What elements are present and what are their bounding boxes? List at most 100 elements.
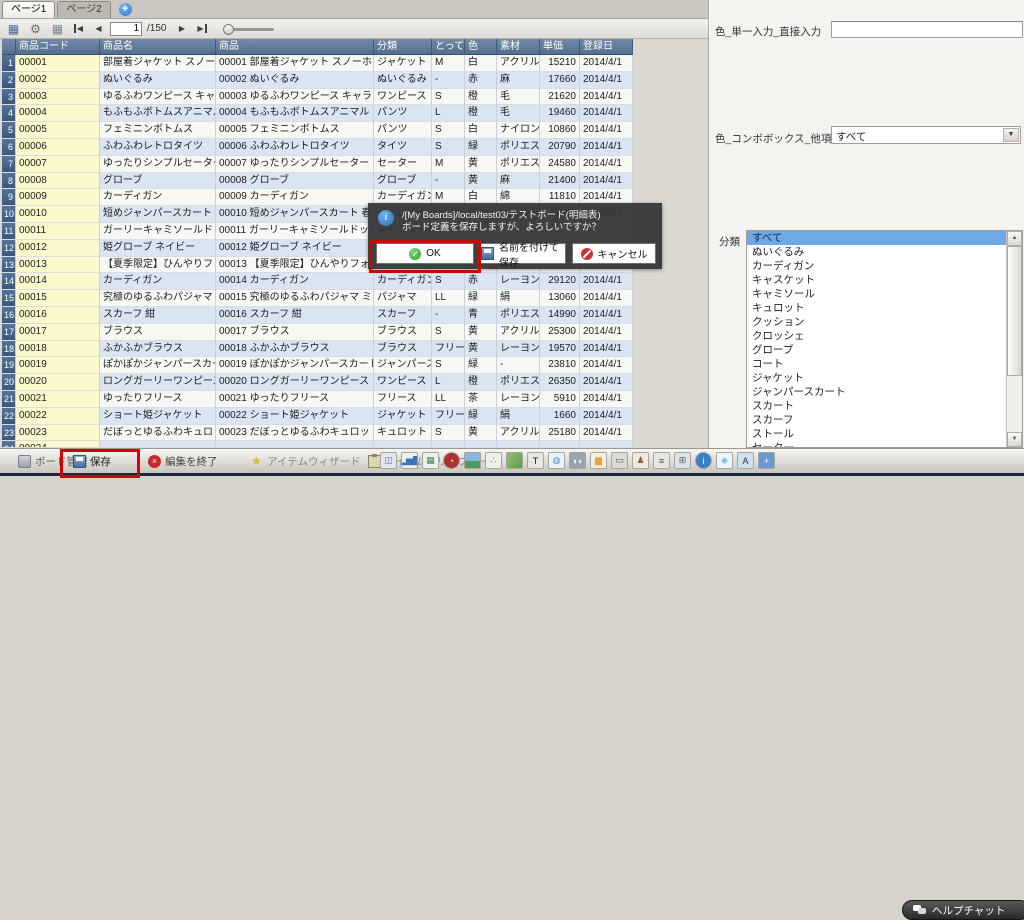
scatter-icon[interactable]: ∴ — [485, 452, 502, 469]
column-header[interactable]: 色 — [465, 39, 497, 55]
cell — [580, 441, 633, 447]
clock-icon[interactable]: ◔ — [443, 452, 460, 469]
list-item[interactable]: カーディガン — [747, 259, 1022, 273]
chevron-down-icon[interactable] — [1003, 128, 1019, 142]
list-item[interactable]: クッション — [747, 315, 1022, 329]
list-item[interactable]: キャスケット — [747, 273, 1022, 287]
list-item[interactable]: ぬいぐるみ — [747, 245, 1022, 259]
cell: ナイロン — [497, 122, 540, 139]
globe-icon[interactable]: ◍ — [548, 452, 565, 469]
color-direct-input[interactable] — [831, 21, 1023, 38]
cell: 白 — [465, 122, 497, 139]
column-header[interactable]: 分類 — [374, 39, 432, 55]
bar-chart-icon[interactable]: ▂▅▇ — [401, 452, 418, 469]
spell-check-icon[interactable]: A — [737, 452, 754, 469]
table-row[interactable]: 500005フェミニンボトムス00005 フェミニンボトムスパンツS白ナイロン1… — [2, 122, 633, 139]
folder-icon[interactable]: ▆ — [590, 452, 607, 469]
cube-icon[interactable]: ◆ — [716, 452, 733, 469]
end-edit-button[interactable]: 編集を終了 — [148, 453, 218, 470]
table-row[interactable]: 700007ゆったりシンプルセーター00007 ゆったりシンプルセーターセーター… — [2, 156, 633, 173]
table-row[interactable]: 300003ゆるふわワンピース キャラメル00003 ゆるふわワンピース キャラ… — [2, 89, 633, 106]
nav-next-button[interactable] — [173, 22, 190, 36]
save-as-button[interactable]: 名前を付けて保存 — [480, 243, 566, 264]
image-icon[interactable] — [464, 452, 481, 469]
table-row[interactable]: 1600016スカーフ 紺00016 スカーフ 紺スカーフ-青ポリエステル149… — [2, 307, 633, 324]
list-item[interactable]: セーター — [747, 441, 1022, 448]
grid-view-icon[interactable]: ▦ — [48, 20, 67, 38]
scroll-down-icon[interactable] — [1007, 432, 1022, 447]
scroll-up-icon[interactable] — [1007, 231, 1022, 246]
item-wizard-button[interactable]: アイテムウィザード — [250, 453, 360, 470]
table-row[interactable]: 200002ぬいぐるみ00002 ぬいぐるみぬいぐるみ-赤麻176602014/… — [2, 72, 633, 89]
table-row[interactable]: 2400024 — [2, 441, 633, 447]
column-header[interactable]: 商品名 — [100, 39, 216, 55]
column-header[interactable] — [2, 39, 16, 55]
scroll-thumb[interactable] — [1007, 246, 1022, 376]
nav-first-button[interactable] — [70, 22, 87, 36]
table-row[interactable]: 2000020ロングガーリーワンピース00020 ロングガーリーワンピースワンピ… — [2, 374, 633, 391]
cell: S — [432, 425, 465, 442]
table-row[interactable]: 1800018ふかふかブラウス00018 ふかふかブラウスブラウスフリー黄レーヨ… — [2, 341, 633, 358]
tab-page2[interactable]: ページ2 — [57, 1, 110, 18]
settings-gear-icon[interactable]: ⚙ — [26, 20, 45, 38]
column-header[interactable]: 単価 — [540, 39, 580, 55]
cell: 20790 — [540, 139, 580, 156]
user-icon[interactable]: ♟ — [632, 452, 649, 469]
list-item[interactable]: コート — [747, 357, 1022, 371]
text-style-icon[interactable]: T — [527, 452, 544, 469]
table-row[interactable]: 400004もふもふボトムスアニマル00004 もふもふボトムスアニマルパンツL… — [2, 105, 633, 122]
table-row[interactable]: 1900019ぽかぽかジャンパースカート00019 ぽかぽかジャンパースカートジ… — [2, 357, 633, 374]
zoom-slider[interactable] — [223, 22, 279, 36]
table-row[interactable]: 2200022ショート姫ジャケット00022 ショート姫ジャケットジャケットフリ… — [2, 408, 633, 425]
table-row[interactable]: 1700017ブラウス00017 ブラウスブラウスS黄アクリル253002014… — [2, 324, 633, 341]
table-row[interactable]: 1400014カーディガン00014 カーディガンカーディガンS赤レーヨン291… — [2, 273, 633, 290]
list-item[interactable]: グローブ — [747, 343, 1022, 357]
table-grid-icon[interactable]: ▦ — [422, 452, 439, 469]
cell — [432, 441, 465, 447]
cell: 00005 — [16, 122, 100, 139]
list-item[interactable]: ストール — [747, 427, 1022, 441]
list-view-icon[interactable]: ≡ — [653, 452, 670, 469]
map-icon[interactable] — [506, 452, 523, 469]
window-icon[interactable]: ⊞ — [674, 452, 691, 469]
table-row[interactable]: 100001部屋着ジャケット スノーホワイト00001 部屋着ジャケット スノー… — [2, 55, 633, 72]
puzzle-icon[interactable]: + — [758, 452, 775, 469]
page-number-input[interactable] — [110, 22, 142, 36]
tab-page1[interactable]: ページ1 — [2, 1, 55, 18]
nav-prev-button[interactable] — [90, 22, 107, 36]
table-row[interactable]: 1500015究極のゆるふわパジャマ ミント00015 究極のゆるふわパジャマ … — [2, 290, 633, 307]
list-item[interactable]: スカーフ — [747, 413, 1022, 427]
table-row[interactable]: 2100021ゆったりフリース00021 ゆったりフリースフリースLL茶レーヨン… — [2, 391, 633, 408]
color-combobox[interactable]: すべて — [831, 126, 1021, 144]
table-search-icon[interactable]: ▦ — [4, 20, 23, 38]
list-item[interactable]: キュロット — [747, 301, 1022, 315]
table-row[interactable]: 600006ふわふわレトロタイツ00006 ふわふわレトロタイツタイツS緑ポリエ… — [2, 139, 633, 156]
list-item[interactable]: すべて — [747, 231, 1022, 245]
input-box-icon[interactable]: ▭ — [611, 452, 628, 469]
slider-handle[interactable] — [223, 24, 234, 35]
cell: 2014/4/1 — [580, 89, 633, 106]
column-header[interactable]: 商品 — [216, 39, 374, 55]
panel-layout-icon[interactable]: ◫ — [380, 452, 397, 469]
list-item[interactable]: スカート — [747, 399, 1022, 413]
table-row[interactable]: 800008グローブ00008 グローブグローブ-黄麻214002014/4/1 — [2, 173, 633, 190]
help-chat-button[interactable]: ヘルプチャット — [902, 900, 1024, 920]
column-header[interactable]: とっても名 — [432, 39, 465, 55]
list-item[interactable]: クロッシェ — [747, 329, 1022, 343]
cell: 00015 — [16, 290, 100, 307]
cell: 1 — [2, 55, 16, 72]
cancel-button[interactable]: キャンセル — [572, 243, 656, 264]
column-header[interactable]: 素材 — [497, 39, 540, 55]
list-item[interactable]: ジャンパースカート — [747, 385, 1022, 399]
list-item[interactable]: ジャケット — [747, 371, 1022, 385]
info-icon[interactable]: i — [695, 452, 712, 469]
list-item[interactable]: キャミソール — [747, 287, 1022, 301]
chat-icon[interactable]: ◖◗ — [569, 452, 586, 469]
category-listbox[interactable]: すべてぬいぐるみカーディガンキャスケットキャミソールキュロットクッションクロッシ… — [746, 230, 1023, 448]
table-row[interactable]: 2300023だぼっとゆるふわキュロット00023 だぼっとゆるふわキュロットキ… — [2, 425, 633, 442]
add-page-icon[interactable] — [119, 3, 132, 16]
list-scrollbar[interactable] — [1006, 231, 1022, 447]
nav-last-button[interactable] — [193, 22, 210, 36]
column-header[interactable]: 商品コード — [16, 39, 100, 55]
column-header[interactable]: 登録日 — [580, 39, 633, 55]
